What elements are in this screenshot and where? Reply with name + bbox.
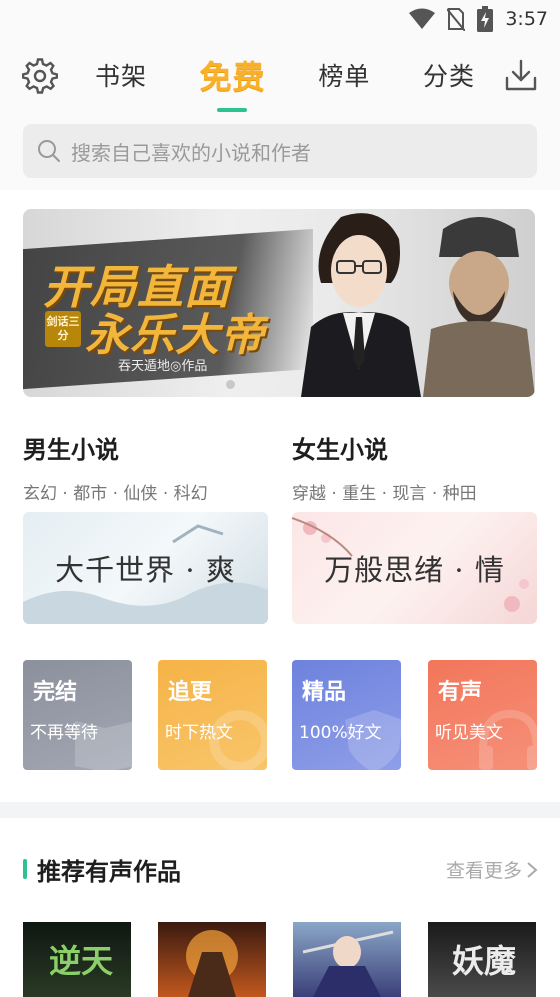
banner-page-indicator xyxy=(226,380,235,389)
chevron-right-icon xyxy=(527,861,538,878)
audio-book-cover[interactable] xyxy=(293,922,401,997)
tab-categories[interactable]: 分类 xyxy=(423,57,475,93)
active-tab-indicator xyxy=(217,108,247,112)
status-bar: 3:57 xyxy=(0,0,560,36)
audio-book-cover[interactable]: 妖魔 xyxy=(428,922,536,997)
category-audio-title: 有声 xyxy=(438,680,483,705)
category-completed-title: 完结 xyxy=(33,680,78,705)
headphones-icon xyxy=(479,709,537,770)
view-more-link[interactable]: 查看更多 xyxy=(446,856,538,883)
genre-male[interactable]: 男生小说 玄幻 · 都市 · 仙侠 · 科幻 xyxy=(23,430,208,504)
category-updating-title: 追更 xyxy=(168,680,213,705)
category-completed[interactable]: 完结 不再等待 xyxy=(23,660,132,770)
search-bar[interactable]: 搜索自己喜欢的小说和作者 xyxy=(23,124,537,178)
banner-badge: 剑话三分 xyxy=(45,311,81,347)
male-mood-text: 大千世界 · 爽 xyxy=(55,553,236,587)
no-sim-icon xyxy=(447,8,466,31)
battery-charging-icon xyxy=(477,6,494,32)
settings-gear-icon[interactable] xyxy=(22,58,58,94)
shield-icon xyxy=(345,710,401,770)
tab-bookshelf[interactable]: 书架 xyxy=(95,57,147,93)
banner-character-emperor xyxy=(423,217,535,397)
recommend-title: 推荐有声作品 xyxy=(37,858,181,886)
book-cover-title: 妖魔 xyxy=(452,942,517,980)
top-header: 书架 免费 榜单 分类 搜索自己喜欢的小说和作者 xyxy=(0,36,560,190)
genre-male-title: 男生小说 xyxy=(23,436,119,464)
swordsman-art xyxy=(302,930,394,997)
book-cover-title: 逆天 xyxy=(49,942,114,980)
banner-title-line2: 永乐大帝 xyxy=(85,310,265,361)
tab-rankings[interactable]: 榜单 xyxy=(318,57,370,93)
tab-free[interactable]: 免费 xyxy=(200,52,266,98)
search-placeholder: 搜索自己喜欢的小说和作者 xyxy=(71,140,311,165)
audio-book-cover[interactable] xyxy=(158,922,266,997)
wifi-icon xyxy=(409,8,436,29)
view-more-label: 查看更多 xyxy=(445,860,522,882)
audio-book-cover[interactable]: 逆天 xyxy=(23,922,131,997)
genre-female-tags: 穿越 · 重生 · 现言 · 种田 xyxy=(292,484,477,504)
status-time: 3:57 xyxy=(505,8,548,30)
female-mood-banner[interactable]: 万般思绪 · 情 xyxy=(292,512,537,624)
genre-female-title: 女生小说 xyxy=(292,436,388,464)
fire-warrior-art xyxy=(186,930,238,997)
download-icon[interactable] xyxy=(504,58,538,92)
search-icon xyxy=(38,140,60,162)
main-tabs: 书架 免费 榜单 分类 xyxy=(95,50,475,100)
refresh-icon xyxy=(209,710,267,770)
banner-character-man-in-suit xyxy=(301,213,421,397)
male-mood-banner[interactable]: 大千世界 · 爽 xyxy=(23,512,268,624)
banner-author: 吞天遁地◎作品 xyxy=(118,359,208,374)
section-accent-bar xyxy=(23,859,27,879)
recommend-audio-section: 推荐有声作品 查看更多 逆天 妖魔 xyxy=(0,818,560,997)
category-premium-title: 精品 xyxy=(302,680,347,705)
category-updating[interactable]: 追更 时下热文 xyxy=(158,660,267,770)
promo-banner[interactable]: 开局直面 剑话三分 永乐大帝 吞天遁地◎作品 xyxy=(23,209,535,397)
status-icons: 3:57 xyxy=(409,6,548,32)
audio-book-list: 逆天 妖魔 xyxy=(23,922,537,997)
book-icon xyxy=(75,721,132,770)
free-content: 开局直面 剑话三分 永乐大帝 吞天遁地◎作品 男生小说 玄幻 · 都市 · 仙侠… xyxy=(0,190,560,802)
genre-male-tags: 玄幻 · 都市 · 仙侠 · 科幻 xyxy=(23,484,208,504)
female-mood-text: 万般思绪 · 情 xyxy=(324,553,505,587)
genre-female[interactable]: 女生小说 穿越 · 重生 · 现言 · 种田 xyxy=(292,430,477,504)
category-audio[interactable]: 有声 听见美文 xyxy=(428,660,537,770)
category-premium[interactable]: 精品 100%好文 xyxy=(292,660,401,770)
